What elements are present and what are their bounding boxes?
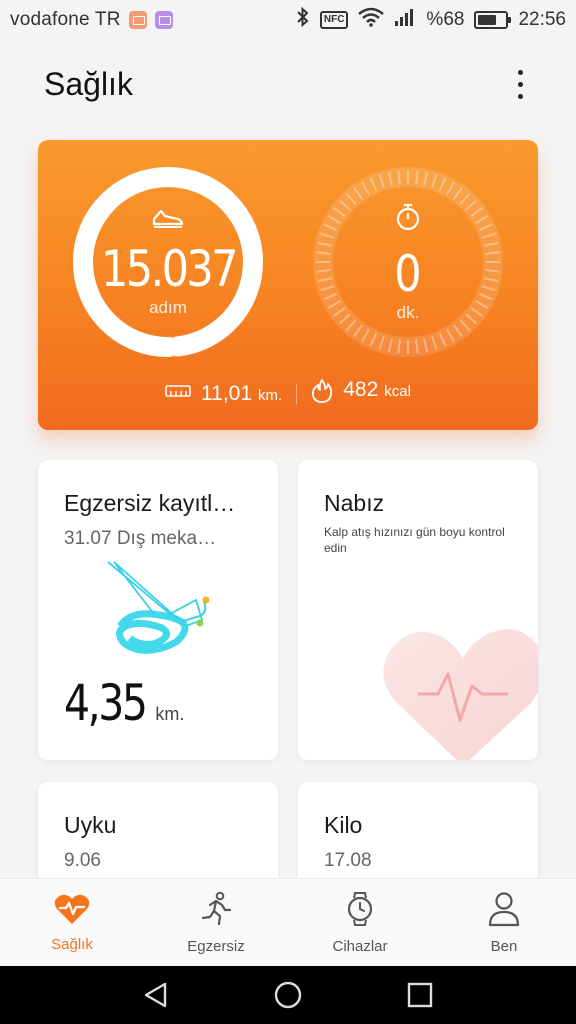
heart-pulse-illustration-icon xyxy=(383,629,538,760)
calories-stat: 482 kcal xyxy=(311,378,411,409)
nav-tab-label: Sağlık xyxy=(51,935,93,953)
watch-icon xyxy=(345,891,375,932)
home-button[interactable] xyxy=(268,975,308,1015)
nav-tab-exercise[interactable]: Egzersiz xyxy=(144,879,288,966)
nav-tab-label: Ben xyxy=(490,937,518,955)
sleep-tile-title: Uyku xyxy=(64,812,117,838)
sneaker-icon xyxy=(151,207,185,234)
sleep-tile-subtitle: 9.06 xyxy=(64,850,101,871)
back-button[interactable] xyxy=(136,975,176,1015)
battery-fill xyxy=(478,15,497,25)
clock: 22:56 xyxy=(518,9,566,30)
exercise-tile-title: Egzersiz kayıtl… xyxy=(64,490,236,516)
mail-notification-icon xyxy=(128,11,147,29)
distance-unit: km. xyxy=(258,386,283,404)
heart-rate-tile[interactable]: Nabız Kalp atış hızınızı gün boyu kontro… xyxy=(298,460,538,760)
distance-stat: 11,01 km. xyxy=(165,382,282,406)
system-navigation-bar xyxy=(0,966,576,1024)
route-map-thumbnail xyxy=(107,561,210,654)
heart-rate-tile-title: Nabız xyxy=(324,490,385,516)
nav-tab-me[interactable]: Ben xyxy=(432,879,576,966)
stats-divider xyxy=(296,383,298,404)
bluetooth-icon xyxy=(296,6,310,33)
app-header: Sağlık xyxy=(0,48,576,120)
nav-tab-devices[interactable]: Cihazlar xyxy=(288,879,432,966)
bottom-navigation: Sağlık Egzersiz Cihazlar Ben xyxy=(0,878,576,966)
weight-tile-subtitle: 17.08 xyxy=(324,850,372,871)
active-time-value: 0 xyxy=(394,244,422,303)
person-icon xyxy=(488,891,520,932)
wifi-icon xyxy=(358,7,385,33)
activity-stats: 11,01 km. 482 kcal xyxy=(38,378,538,409)
battery-percent: %68 xyxy=(426,9,465,30)
exercise-records-tile[interactable]: Egzersiz kayıtl… 31.07 Dış meka… 4,35 km… xyxy=(38,460,278,760)
status-bar: vodafone TR NFC %68 22:56 xyxy=(0,0,576,40)
exercise-tile-subtitle: 31.07 Dış meka… xyxy=(64,528,217,549)
carrier-name: vodafone TR xyxy=(10,9,121,30)
active-time-readout: 0 dk. xyxy=(310,164,506,360)
more-dot-icon xyxy=(517,69,523,75)
battery-icon xyxy=(474,11,512,29)
nfc-icon: NFC xyxy=(319,11,349,29)
activity-summary-card[interactable]: 15.037 adım 0 dk. 11,01 km. 482 kcal xyxy=(38,140,538,430)
weight-tile-title: Kilo xyxy=(324,812,363,838)
back-triangle-icon xyxy=(144,982,167,1008)
running-icon xyxy=(198,891,234,932)
home-circle-icon xyxy=(274,981,302,1009)
more-dot-icon xyxy=(517,81,523,87)
stopwatch-icon xyxy=(394,202,422,237)
calories-value: 482 xyxy=(343,378,379,401)
steps-unit: adım xyxy=(149,297,187,317)
flame-icon xyxy=(311,378,333,409)
distance-value: 11,01 xyxy=(201,381,253,405)
active-time-unit: dk. xyxy=(396,302,420,322)
page-title: Sağlık xyxy=(44,65,133,102)
recents-square-icon xyxy=(407,982,433,1008)
more-dot-icon xyxy=(517,93,523,99)
steps-value: 15.037 xyxy=(100,239,239,298)
exercise-distance: 4,35 km. xyxy=(64,674,184,732)
overflow-menu-button[interactable] xyxy=(508,69,532,99)
signal-icon xyxy=(394,8,416,32)
ruler-icon xyxy=(165,384,191,403)
exercise-distance-value: 4,35 xyxy=(64,674,148,732)
heart-rate-tile-description: Kalp atış hızınızı gün boyu kontrol edin xyxy=(324,525,505,555)
nav-tab-health[interactable]: Sağlık xyxy=(0,879,144,966)
calories-unit: kcal xyxy=(384,383,411,400)
nav-tab-label: Egzersiz xyxy=(187,937,245,955)
nav-tab-label: Cihazlar xyxy=(332,937,388,955)
gallery-notification-icon xyxy=(154,11,173,29)
heart-pulse-icon xyxy=(54,893,90,930)
steps-readout: 15.037 adım xyxy=(70,164,266,360)
recents-button[interactable] xyxy=(400,975,440,1015)
exercise-distance-unit: km. xyxy=(155,704,185,724)
